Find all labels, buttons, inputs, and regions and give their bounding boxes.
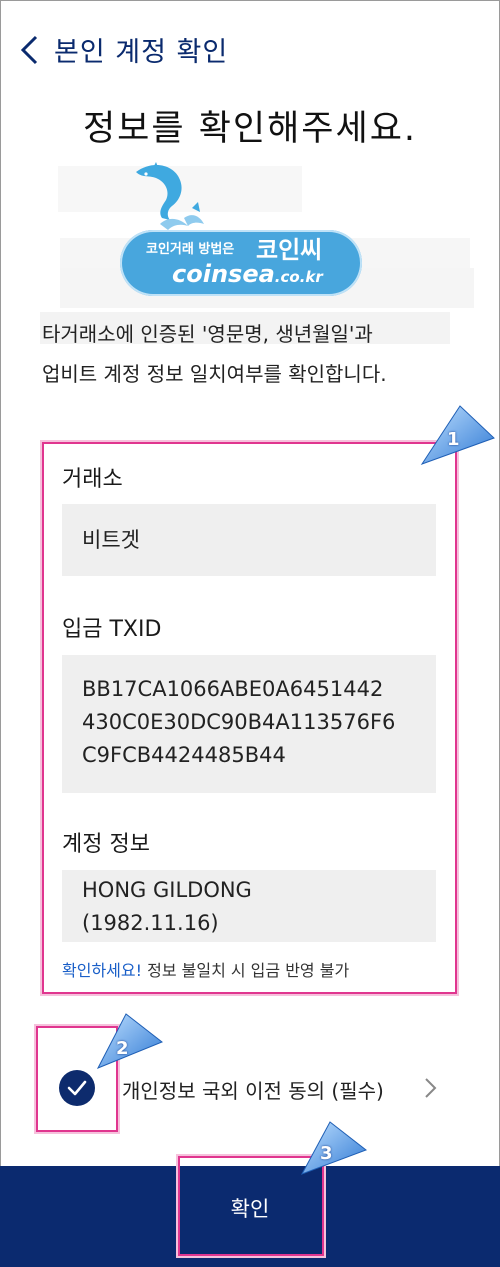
- account-label: 계정 정보: [62, 832, 150, 857]
- confirm-button[interactable]: 확인: [180, 1166, 320, 1250]
- account-field: HONG GILDONG (1982.11.16): [62, 870, 436, 942]
- txid-label: 입금 TXID: [62, 617, 162, 642]
- exchange-label: 거래소: [62, 467, 123, 492]
- transfer-info-panel: 거래소 비트겟 입금 TXID BB17CA1066ABE0A6451442 4…: [42, 442, 457, 994]
- app-header: 본인 계정 확인: [0, 28, 500, 72]
- description: 타거래소에 인증된 '영문명, 생년월일'과 업비트 계정 정보 일치여부를 확…: [42, 314, 462, 394]
- txid-field: BB17CA1066ABE0A6451442 430C0E30DC90B4A11…: [62, 655, 436, 793]
- txid-value: BB17CA1066ABE0A6451442 430C0E30DC90B4A11…: [82, 677, 396, 767]
- callout-arrow-2-icon: [96, 1013, 163, 1069]
- description-line-2: 업비트 계정 정보 일치여부를 확인합니다.: [42, 362, 387, 386]
- callout-number-1: 1: [447, 429, 460, 450]
- exchange-value: 비트겟: [82, 528, 140, 552]
- callout-arrow-3-icon: [300, 1121, 368, 1175]
- agreement-checkbox[interactable]: [59, 1070, 95, 1106]
- checkmark-icon: [67, 1080, 87, 1096]
- account-value: HONG GILDONG (1982.11.16): [82, 878, 252, 935]
- agreement-label[interactable]: 개인정보 국외 이전 동의 (필수): [122, 1075, 384, 1104]
- chevron-left-icon[interactable]: [16, 34, 46, 66]
- exchange-field: 비트겟: [62, 504, 436, 576]
- page-title: 본인 계정 확인: [54, 37, 229, 68]
- callout-number-2: 2: [116, 1038, 129, 1059]
- dolphin-icon: [136, 162, 204, 230]
- coinsea-watermark: 코인거래 방법은 코인씨 coinsea.co.kr: [118, 160, 364, 298]
- description-line-1: 타거래소에 인증된 '영문명, 생년월일'과: [42, 322, 373, 346]
- mismatch-warning: 확인하세요! 정보 불일치 시 입금 반영 불가: [62, 961, 350, 980]
- chevron-right-icon[interactable]: [422, 1076, 440, 1100]
- callout-number-3: 3: [320, 1143, 333, 1164]
- watermark-domain: coinsea.co.kr: [172, 260, 323, 288]
- main-heading: 정보를 확인해주세요.: [82, 109, 418, 149]
- watermark-tagline: 코인거래 방법은: [146, 242, 235, 257]
